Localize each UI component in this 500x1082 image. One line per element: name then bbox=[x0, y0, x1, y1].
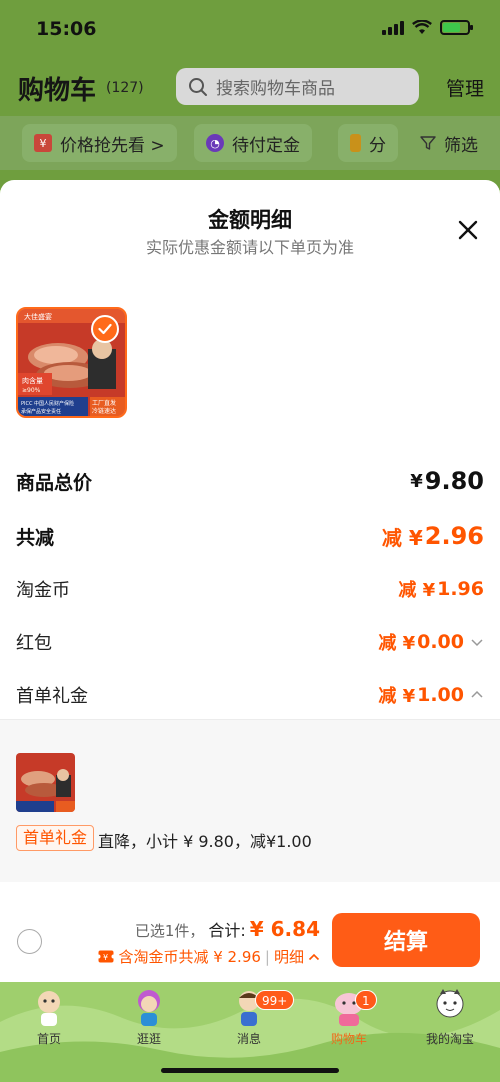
svg-text:≥90%: ≥90% bbox=[22, 387, 41, 394]
cart-count: (127) bbox=[106, 80, 144, 96]
first-order-coupon-tag: 首单礼金 bbox=[16, 825, 95, 851]
home-mascot-icon bbox=[38, 991, 60, 1026]
tab-cart[interactable]: 1 购物车 bbox=[309, 988, 389, 1048]
tab-label: 购物车 bbox=[330, 1032, 367, 1046]
svg-text:PICC 中国人民财产保险: PICC 中国人民财产保险 bbox=[21, 400, 74, 407]
filter-chip-label: 分 bbox=[369, 135, 386, 156]
coupon-icon: ¥ bbox=[98, 950, 115, 963]
filter-icon bbox=[420, 136, 436, 150]
search-placeholder: 搜索购物车商品 bbox=[216, 79, 335, 99]
search-input[interactable]: 搜索购物车商品 bbox=[176, 68, 419, 105]
total-discount-label: 共减 bbox=[16, 526, 55, 549]
filter-chip-label: 价格抢先看 > bbox=[60, 135, 165, 156]
status-bar: 15:06 bbox=[0, 0, 500, 58]
taojinbi-value: 减 ¥1.96 bbox=[398, 578, 484, 601]
filter-button[interactable]: 筛选 bbox=[412, 124, 486, 162]
total-discount-value: 减 ¥2.96 bbox=[381, 522, 484, 550]
row-total-discount: 共减 减 ¥2.96 bbox=[16, 518, 484, 554]
tab-label: 首页 bbox=[36, 1032, 61, 1046]
svg-text:冷链速达: 冷链速达 bbox=[92, 407, 116, 415]
bottom-tab-bar: 首页 逛逛 99+ 消息 1 购物车 我的淘宝 bbox=[0, 982, 500, 1082]
tab-my-taobao[interactable]: 我的淘宝 bbox=[410, 988, 490, 1048]
selection-summary: 已选1件， 合计: ¥ 6.84 bbox=[135, 917, 320, 941]
stroll-mascot-icon bbox=[138, 990, 160, 1026]
tab-label: 我的淘宝 bbox=[425, 1032, 474, 1046]
discount-text: 含淘金币共减 ¥ 2.96 bbox=[118, 948, 261, 966]
row-first-order[interactable]: 首单礼金 减 ¥1.00 bbox=[16, 677, 484, 713]
messages-badge: 99+ bbox=[255, 990, 295, 1010]
total-price-value: ¥9.80 bbox=[410, 467, 484, 495]
select-all-radio[interactable] bbox=[17, 929, 42, 954]
background-cart-page: 15:06 购物车 (127) 搜索购物车商品 管理 ¥ 价格抢先看 > ◔ 待… bbox=[0, 0, 500, 190]
filter-label: 筛选 bbox=[444, 135, 478, 156]
chevron-up-icon[interactable] bbox=[470, 688, 484, 702]
checkout-bar: 已选1件， 合计: ¥ 6.84 ¥ 含淘金币共减 ¥ 2.96 | 明细 结算 bbox=[0, 883, 500, 982]
tab-messages[interactable]: 99+ 消息 bbox=[209, 988, 295, 1048]
detail-link[interactable]: 明细 bbox=[274, 946, 304, 967]
tab-label: 逛逛 bbox=[136, 1032, 161, 1046]
row-total-price: 商品总价 ¥9.80 bbox=[16, 463, 484, 499]
cart-header: 购物车 (127) 搜索购物车商品 管理 bbox=[0, 62, 500, 112]
row-red-packet[interactable]: 红包 减 ¥0.00 bbox=[16, 624, 484, 660]
total-amount: ¥ 6.84 bbox=[249, 917, 320, 941]
row-taojinbi: 淘金币 减 ¥1.96 bbox=[16, 571, 484, 607]
first-order-value: 减 ¥1.00 bbox=[378, 682, 484, 708]
close-icon[interactable] bbox=[456, 218, 480, 242]
status-time: 15:06 bbox=[36, 18, 97, 40]
first-order-detail-text: 直降，小计 ¥ 9.80，减¥1.00 bbox=[98, 832, 312, 851]
svg-text:工厂直发: 工厂直发 bbox=[92, 399, 116, 407]
filter-chip-deposit[interactable]: ◔ 待付定金 bbox=[194, 124, 312, 162]
battery-icon bbox=[440, 20, 473, 35]
svg-text:大佳盛宴: 大佳盛宴 bbox=[24, 312, 52, 321]
checkout-button[interactable]: 结算 bbox=[332, 913, 480, 967]
amount-detail-sheet: 金额明细 实际优惠金额请以下单页为准 大佳盛宴 肉含量 ≥90% PICC 中国… bbox=[0, 180, 500, 982]
first-order-detail-panel: 首单礼金 直降，小计 ¥ 9.80，减¥1.00 bbox=[0, 720, 500, 882]
separator: | bbox=[264, 947, 270, 966]
product-thumbnail[interactable]: 大佳盛宴 肉含量 ≥90% PICC 中国人民财产保险 承保产品安全责任 工厂直… bbox=[16, 307, 127, 418]
status-icons bbox=[382, 20, 473, 35]
taojinbi-label: 淘金币 bbox=[16, 580, 70, 601]
yen-tag-icon: ¥ bbox=[34, 134, 52, 152]
filter-bar: ¥ 价格抢先看 > ◔ 待付定金 分 筛选 bbox=[0, 116, 500, 170]
product-thumbnail-small bbox=[16, 753, 75, 812]
sausage-product-image-small bbox=[16, 753, 75, 812]
filter-chip-price[interactable]: ¥ 价格抢先看 > bbox=[22, 124, 177, 162]
filter-chip-label: 待付定金 bbox=[232, 135, 300, 156]
folder-icon bbox=[350, 134, 361, 152]
total-price-label: 商品总价 bbox=[16, 471, 93, 494]
first-order-label: 首单礼金 bbox=[16, 686, 88, 707]
red-packet-label: 红包 bbox=[16, 633, 52, 654]
total-label: 合计: bbox=[208, 921, 246, 940]
wifi-icon bbox=[412, 20, 432, 34]
discount-summary[interactable]: ¥ 含淘金币共减 ¥ 2.96 | 明细 bbox=[98, 946, 320, 967]
tab-label: 消息 bbox=[236, 1032, 261, 1046]
clock-icon: ◔ bbox=[206, 134, 224, 152]
sheet-title: 金额明细 bbox=[208, 208, 292, 232]
my-taobao-mascot-icon bbox=[436, 989, 464, 1018]
svg-text:¥: ¥ bbox=[103, 953, 108, 962]
svg-text:肉含量: 肉含量 bbox=[22, 376, 43, 385]
selected-count: 已选1件， bbox=[134, 922, 205, 940]
manage-button[interactable]: 管理 bbox=[446, 74, 484, 101]
cart-badge: 1 bbox=[355, 990, 377, 1010]
sheet-subtitle: 实际优惠金额请以下单页为准 bbox=[145, 238, 354, 257]
svg-text:承保产品安全责任: 承保产品安全责任 bbox=[21, 408, 61, 415]
signal-icon bbox=[382, 20, 404, 35]
home-indicator bbox=[161, 1068, 339, 1073]
red-packet-value: 减 ¥0.00 bbox=[378, 629, 484, 655]
page-title: 购物车 bbox=[18, 76, 97, 106]
search-icon bbox=[189, 77, 207, 96]
tab-home[interactable]: 首页 bbox=[9, 988, 89, 1048]
selected-check-icon[interactable] bbox=[91, 315, 119, 343]
filter-chip-category[interactable]: 分 bbox=[338, 124, 398, 162]
tab-stroll[interactable]: 逛逛 bbox=[109, 988, 189, 1048]
chevron-down-icon[interactable] bbox=[470, 635, 484, 649]
chevron-up-icon[interactable] bbox=[308, 952, 320, 962]
